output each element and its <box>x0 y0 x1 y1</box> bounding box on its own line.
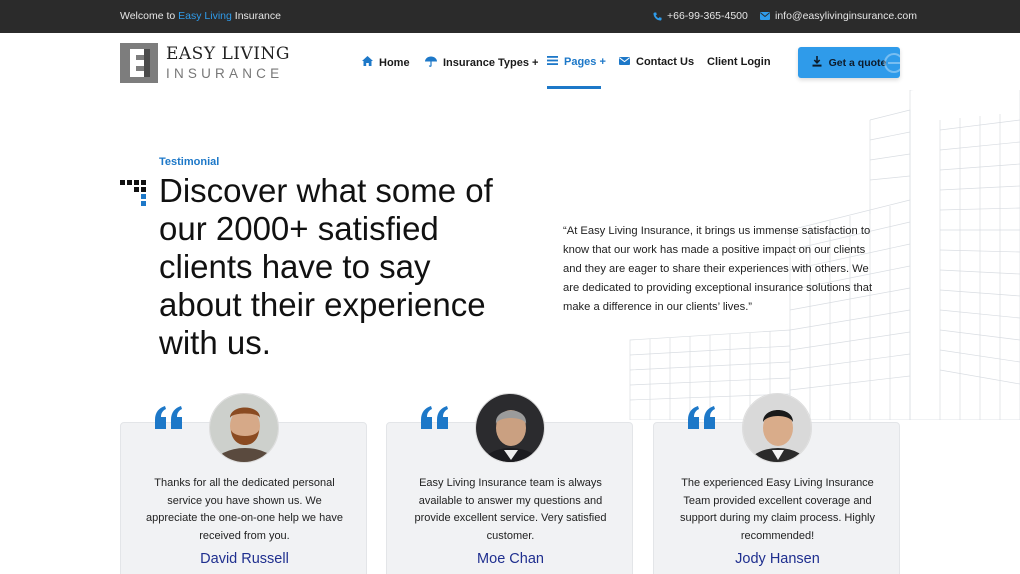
quote-mark-icon <box>421 406 448 429</box>
nav-pages-label: Pages + <box>564 56 606 68</box>
testimonial-card: Easy Living Insurance team is always ava… <box>386 393 633 574</box>
email-contact[interactable]: info@easylivinginsurance.com <box>760 10 917 22</box>
nav-client-login[interactable]: Client Login <box>707 56 771 68</box>
envelope-icon <box>760 12 770 20</box>
nav-home-label: Home <box>379 56 410 69</box>
phone-icon <box>653 11 662 21</box>
nav-insurance-types[interactable]: Insurance Types + <box>425 56 538 70</box>
testimonial-card: The experienced Easy Living Insurance Te… <box>653 393 900 574</box>
logo-text: EASY LIVING INSURANCE <box>166 43 290 81</box>
get-a-quote-label: Get a quote <box>828 56 887 69</box>
top-bar: Welcome to Easy Living Insurance +66-99-… <box>0 0 1020 33</box>
testimonial-text: The experienced Easy Living Insurance Te… <box>679 477 876 542</box>
phone-contact[interactable]: +66-99-365-4500 <box>653 10 748 22</box>
avatar <box>209 393 279 463</box>
testimonial-text: Thanks for all the dedicated personal se… <box>146 477 343 542</box>
site-logo[interactable]: EASY LIVING INSURANCE <box>120 43 290 83</box>
testimonial-author: Moe Chan <box>477 551 544 567</box>
envelope-icon <box>619 56 630 68</box>
umbrella-watermark-icon <box>882 51 900 78</box>
avatar <box>475 393 545 463</box>
download-icon <box>812 55 822 70</box>
umbrella-icon <box>425 56 437 70</box>
nav-insurance-types-label: Insurance Types + <box>443 57 539 69</box>
testimonial-author: David Russell <box>200 551 289 567</box>
nav-contact-us[interactable]: Contact Us <box>619 56 694 68</box>
phone-number[interactable]: +66-99-365-4500 <box>667 10 748 22</box>
get-a-quote-button[interactable]: Get a quote <box>798 47 900 78</box>
section-eyebrow: Testimonial <box>159 156 220 168</box>
avatar <box>742 393 812 463</box>
home-icon <box>362 56 373 69</box>
page-headline: Discover what some of our 2000+ satisfie… <box>159 172 493 361</box>
nav-home[interactable]: Home <box>362 56 410 69</box>
decorative-dots-icon <box>120 180 146 206</box>
testimonial-card: Thanks for all the dedicated personal se… <box>120 393 367 574</box>
testimonial-text: Easy Living Insurance team is always ava… <box>414 477 607 542</box>
welcome-prefix: Welcome to <box>120 10 176 22</box>
logo-tagline: INSURANCE <box>166 65 284 81</box>
welcome-brand: Easy Living <box>178 10 232 22</box>
welcome-text: Welcome to Easy Living Insurance <box>120 10 281 22</box>
logo-name: EASY LIVING <box>166 43 290 64</box>
quote-mark-icon <box>688 406 715 429</box>
active-nav-indicator <box>547 86 601 89</box>
menu-lines-icon <box>547 56 558 68</box>
email-address[interactable]: info@easylivinginsurance.com <box>775 10 917 22</box>
company-quote: “At Easy Living Insurance, it brings us … <box>563 225 873 313</box>
logo-mark-icon <box>120 43 158 83</box>
nav-contact-us-label: Contact Us <box>636 56 695 68</box>
welcome-suffix: Insurance <box>234 10 281 22</box>
quote-mark-icon <box>155 406 182 429</box>
testimonial-author: Jody Hansen <box>735 551 820 567</box>
nav-pages[interactable]: Pages + <box>547 56 606 68</box>
nav-client-login-label: Client Login <box>707 56 771 68</box>
